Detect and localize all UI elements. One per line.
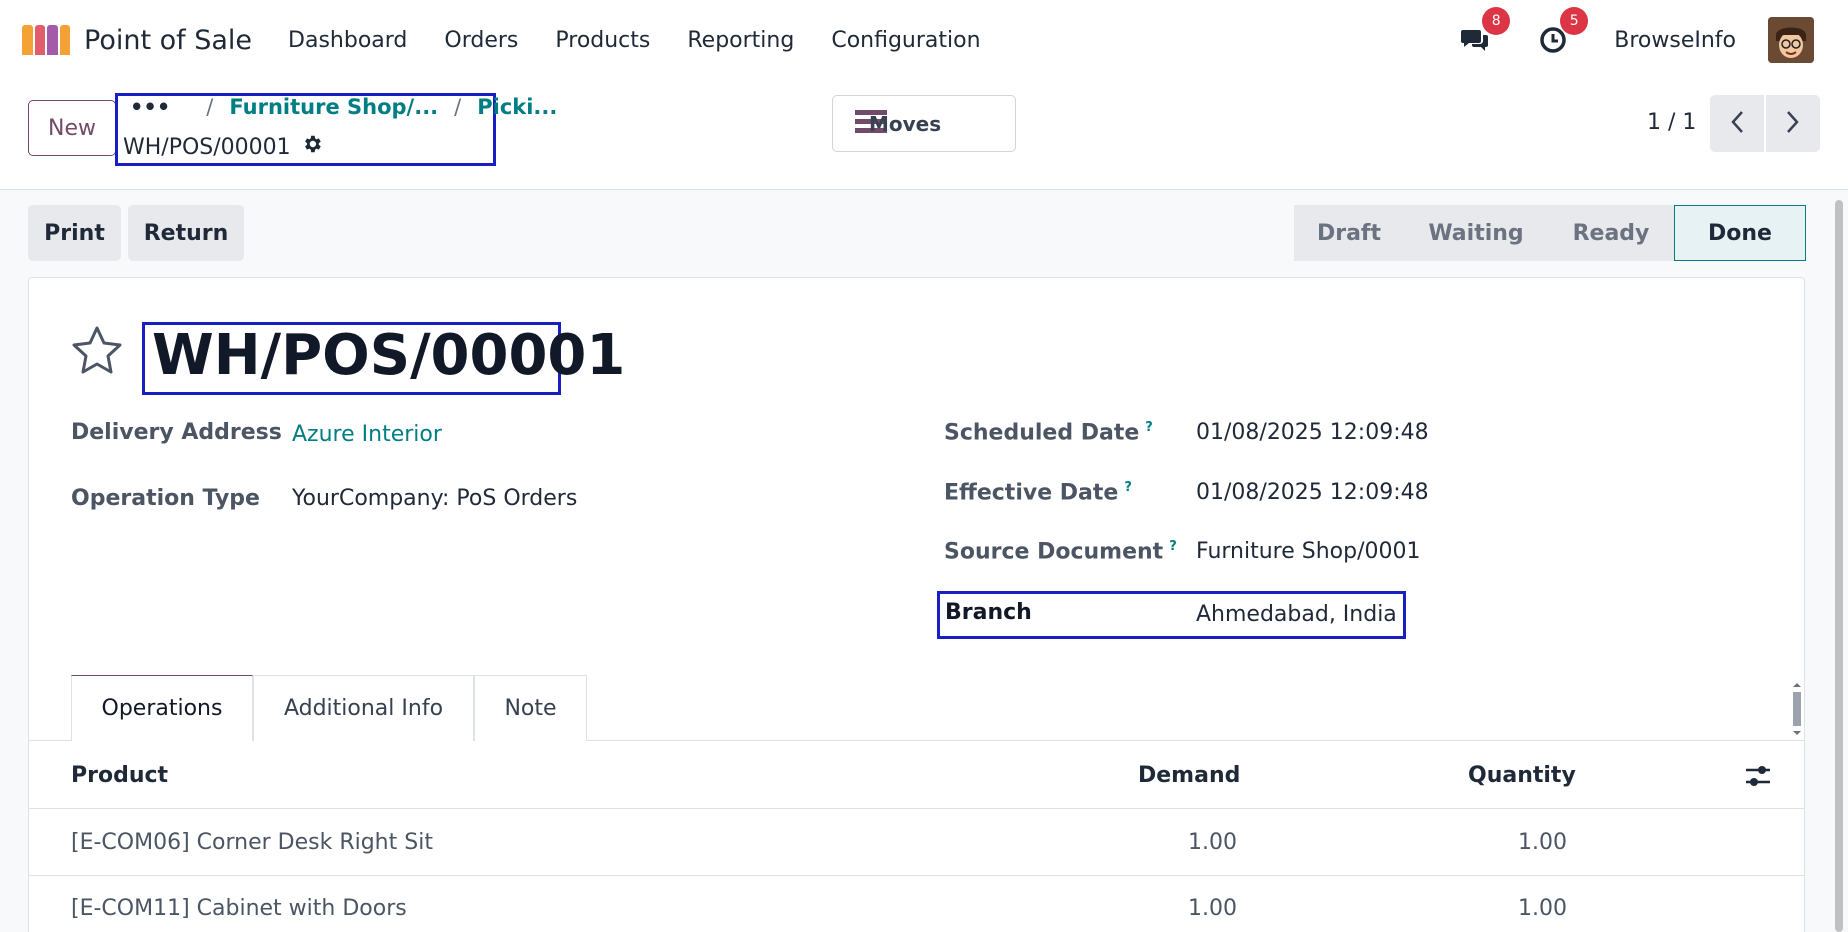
menu-configuration[interactable]: Configuration bbox=[831, 28, 980, 53]
column-demand[interactable]: Demand bbox=[1138, 763, 1240, 788]
user-avatar[interactable] bbox=[1768, 17, 1814, 63]
breadcrumb-separator: / bbox=[206, 95, 214, 119]
row-product[interactable]: [E-COM11] Cabinet with Doors bbox=[71, 896, 407, 921]
tab-scrollbar[interactable] bbox=[1790, 680, 1804, 738]
breadcrumb-item-pickings[interactable]: Picki... bbox=[477, 95, 557, 119]
optional-columns-icon[interactable] bbox=[1744, 763, 1772, 793]
menu-dashboard[interactable]: Dashboard bbox=[288, 28, 407, 53]
pos-app-logo-icon[interactable] bbox=[22, 25, 70, 55]
scrollbar-thumb[interactable] bbox=[1835, 200, 1843, 932]
effective-date-label-text: Effective Date bbox=[944, 480, 1119, 506]
navbar-systray: 8 5 BrowseInfo bbox=[1458, 0, 1814, 80]
source-document-label-text: Source Document bbox=[944, 539, 1164, 565]
row-divider bbox=[28, 875, 1805, 876]
pager-value[interactable]: 1 / 1 bbox=[1647, 110, 1696, 135]
gear-icon[interactable] bbox=[301, 133, 323, 161]
row-demand[interactable]: 1.00 bbox=[1188, 896, 1237, 921]
chat-count-badge: 8 bbox=[1482, 7, 1511, 35]
branch-value[interactable]: Ahmedabad, India bbox=[1196, 602, 1397, 627]
menu-products[interactable]: Products bbox=[555, 28, 650, 53]
star-icon[interactable] bbox=[70, 325, 124, 381]
chevron-left-icon bbox=[1730, 110, 1744, 138]
help-icon[interactable]: ? bbox=[1169, 539, 1177, 554]
tab-note[interactable]: Note bbox=[474, 675, 587, 741]
page-scrollbar[interactable] bbox=[1834, 200, 1844, 932]
scheduled-date-label-text: Scheduled Date bbox=[944, 420, 1140, 446]
table-header-divider bbox=[28, 808, 1805, 809]
new-button[interactable]: New bbox=[28, 100, 116, 156]
tab-additional-info[interactable]: Additional Info bbox=[253, 675, 474, 741]
breadcrumb-item-furniture-shop[interactable]: Furniture Shop/... bbox=[229, 95, 438, 119]
moves-label: Moves bbox=[869, 111, 942, 136]
breadcrumb-separator: / bbox=[454, 95, 462, 119]
breadcrumb-more-dots[interactable]: ••• bbox=[130, 95, 170, 119]
pager-previous-button[interactable] bbox=[1710, 95, 1764, 152]
pager-next-button[interactable] bbox=[1766, 95, 1820, 152]
operation-type-value[interactable]: YourCompany: PoS Orders bbox=[292, 486, 577, 511]
column-quantity[interactable]: Quantity bbox=[1468, 763, 1576, 788]
chevron-right-icon bbox=[1786, 110, 1800, 138]
stage-waiting[interactable]: Waiting bbox=[1404, 205, 1548, 261]
stage-draft[interactable]: Draft bbox=[1294, 205, 1404, 261]
chat-icon[interactable]: 8 bbox=[1458, 7, 1511, 57]
menu-reporting[interactable]: Reporting bbox=[687, 28, 794, 53]
row-quantity[interactable]: 1.00 bbox=[1518, 830, 1567, 855]
print-button[interactable]: Print bbox=[28, 205, 121, 261]
column-product[interactable]: Product bbox=[71, 763, 168, 788]
row-product[interactable]: [E-COM06] Corner Desk Right Sit bbox=[71, 830, 433, 855]
help-icon[interactable]: ? bbox=[1124, 480, 1132, 495]
notebook-tabs: Operations Additional Info Note bbox=[71, 675, 587, 741]
effective-date-value[interactable]: 01/08/2025 12:09:48 bbox=[1196, 480, 1429, 505]
control-panel: New ••• / Furniture Shop/... / Picki... … bbox=[0, 80, 1848, 190]
source-document-value[interactable]: Furniture Shop/0001 bbox=[1196, 539, 1421, 564]
return-button[interactable]: Return bbox=[128, 205, 244, 261]
breadcrumb-current-label: WH/POS/00001 bbox=[123, 134, 291, 160]
scheduled-date-label: Scheduled Date? bbox=[944, 420, 1153, 445]
effective-date-label: Effective Date? bbox=[944, 480, 1132, 505]
row-demand[interactable]: 1.00 bbox=[1188, 830, 1237, 855]
branch-label: Branch bbox=[945, 600, 1032, 625]
record-title: WH/POS/00001 bbox=[152, 323, 626, 388]
stage-done[interactable]: Done bbox=[1674, 205, 1806, 261]
operation-type-label: Operation Type bbox=[71, 486, 260, 511]
activity-clock-icon[interactable]: 5 bbox=[1536, 7, 1589, 57]
activity-count-badge: 5 bbox=[1560, 7, 1589, 35]
delivery-address-label: Delivery Address bbox=[71, 420, 282, 445]
status-bar: Draft Waiting Ready Done bbox=[1294, 205, 1806, 261]
company-switcher[interactable]: BrowseInfo bbox=[1614, 28, 1736, 53]
source-document-label: Source Document? bbox=[944, 539, 1177, 564]
top-navbar: Point of Sale Dashboard Orders Products … bbox=[0, 0, 1848, 80]
help-icon[interactable]: ? bbox=[1145, 420, 1153, 435]
breadcrumb: ••• / Furniture Shop/... / Picki... bbox=[130, 95, 557, 119]
menu-orders[interactable]: Orders bbox=[444, 28, 518, 53]
scheduled-date-value[interactable]: 01/08/2025 12:09:48 bbox=[1196, 420, 1429, 445]
moves-smart-button[interactable]: Moves bbox=[832, 95, 1016, 152]
delivery-address-link[interactable]: Azure Interior bbox=[292, 422, 442, 447]
app-name[interactable]: Point of Sale bbox=[84, 25, 252, 56]
stage-ready[interactable]: Ready bbox=[1548, 205, 1674, 261]
breadcrumb-current: WH/POS/00001 bbox=[123, 133, 323, 161]
row-quantity[interactable]: 1.00 bbox=[1518, 896, 1567, 921]
tab-operations[interactable]: Operations bbox=[71, 675, 253, 741]
